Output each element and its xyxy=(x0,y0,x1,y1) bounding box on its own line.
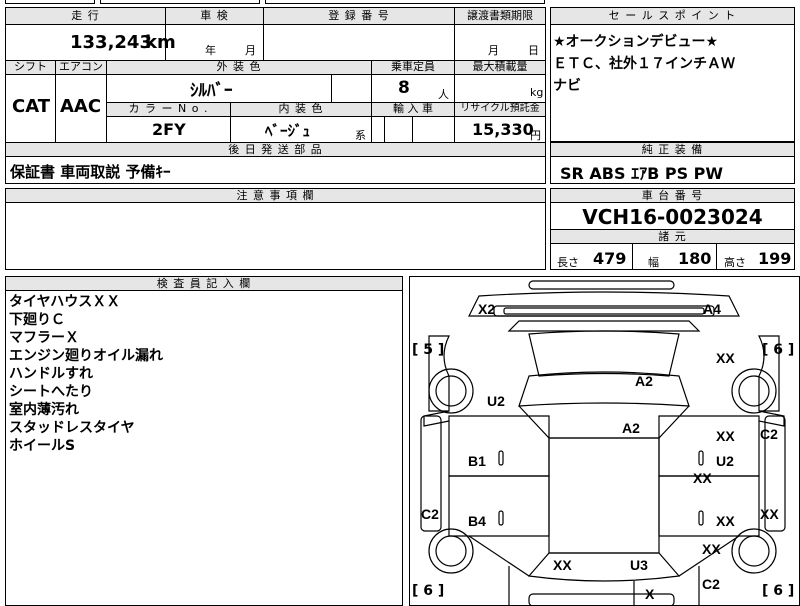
tire-label-fr: [ 6 ] xyxy=(762,342,795,358)
car-diagram xyxy=(420,280,786,606)
capacity-unit: 人 xyxy=(438,88,449,101)
damage-center-xx: XX xyxy=(693,470,712,486)
damage-rear-c2: C2 xyxy=(702,576,720,592)
mileage-header: 走 行 xyxy=(71,9,100,22)
inspector-note: ハンドルすれ xyxy=(9,366,93,382)
tire-label-fl: [ 5 ] xyxy=(412,342,445,358)
selling-points-header: セ ー ル ス ポ イ ン ト xyxy=(608,9,737,22)
tire-label-rl: [ 6 ] xyxy=(412,583,445,599)
import-header: 輸 入 車 xyxy=(393,102,433,115)
equipment-header: 純 正 装 備 xyxy=(641,143,704,156)
selling-point-3: ナビ xyxy=(553,78,581,94)
hood-shape xyxy=(507,320,701,332)
length-label: 長さ xyxy=(557,256,579,269)
inspector-note: タイヤハウスＸＸ xyxy=(9,294,121,310)
notes-header: 注 意 事 項 欄 xyxy=(236,189,315,202)
damage-windshield: A2 xyxy=(622,420,640,436)
top-strip-mid xyxy=(100,0,260,4)
interior-color-suffix: 系 xyxy=(355,129,366,142)
top-strip-left xyxy=(5,0,95,4)
exterior-color-value: ｼﾙﾊﾞｰ xyxy=(190,81,233,101)
damage-right-u2: U2 xyxy=(716,453,734,469)
damage-rear-right-xx: XX xyxy=(702,541,721,557)
chassis-number: VCH16-0023024 xyxy=(582,205,763,229)
length-value: 479 xyxy=(593,249,627,268)
transfer-header: 譲渡書類期限 xyxy=(467,9,533,22)
selling-point-2: ＥＴＣ、社外１７インチＡＷ xyxy=(553,56,735,72)
top-strip-right xyxy=(265,0,545,4)
equipment-value: SR ABS ｴｱB PS PW xyxy=(560,164,724,183)
inspection-header: 車 検 xyxy=(200,9,229,22)
inspector-note: マフラーＸ xyxy=(9,330,79,346)
width-label: 幅 xyxy=(648,256,659,269)
interior-color-value: ﾍﾞｰｼﾞｭ xyxy=(265,122,311,140)
height-value: 199 xyxy=(758,249,792,268)
right-front-door-shape xyxy=(658,415,760,477)
transfer-day-unit: 日 xyxy=(528,44,539,57)
damage-left-c2: C2 xyxy=(421,506,439,522)
damage-rear-left-xx: XX xyxy=(553,557,572,573)
tire-label-rr: [ 6 ] xyxy=(762,583,795,599)
shift-header: シフト xyxy=(14,60,47,73)
color-no-header: カ ラ ー N o . xyxy=(128,102,209,115)
windshield-shape xyxy=(518,371,690,407)
max-load-header: 最大積載量 xyxy=(472,60,528,73)
recycle-header: リサイクル預託金 xyxy=(460,103,540,114)
later-items-value: 保証書 車両取説 予備ｷｰ xyxy=(10,163,171,181)
mileage-unit: km xyxy=(145,32,176,53)
color-no-value: 2FY xyxy=(152,120,186,139)
damage-front-left: X2 xyxy=(478,301,496,317)
damage-door-b4: B4 xyxy=(468,513,486,529)
damage-fender-left: U2 xyxy=(487,393,505,409)
inspection-year-unit: 年 xyxy=(205,44,216,57)
registration-header: 登 録 番 号 xyxy=(328,9,390,22)
capacity-header: 乗車定員 xyxy=(391,60,435,73)
left-front-door-shape xyxy=(448,415,550,477)
exterior-color-header: 外 装 色 xyxy=(216,60,262,73)
later-items-header: 後 日 発 送 部 品 xyxy=(228,143,323,156)
specs-header: 諸 元 xyxy=(658,230,687,243)
rear-window-shape xyxy=(527,552,681,582)
interior-color-header: 内 装 色 xyxy=(278,102,324,115)
inspector-note: 室内薄汚れ xyxy=(9,402,79,418)
inspection-month-unit: 月 xyxy=(245,44,256,57)
damage-front-right: A4 xyxy=(703,301,721,317)
damage-far-right-xx: XX xyxy=(760,506,779,522)
transfer-month-unit: 月 xyxy=(488,44,499,57)
height-label: 高さ xyxy=(724,256,746,269)
capacity-value: 8 xyxy=(398,78,410,98)
max-load-unit: kg xyxy=(530,86,544,99)
damage-rear-u3: U3 xyxy=(630,557,648,573)
damage-door-b1: B1 xyxy=(468,453,486,469)
selling-point-1: ★オークションデビュー★ xyxy=(553,34,719,50)
shift-value: CAT xyxy=(12,96,51,117)
inspector-header: 検 査 員 記 入 欄 xyxy=(156,277,252,290)
chassis-header: 車 台 番 号 xyxy=(641,189,704,202)
inspector-notes-list: タイヤハウスＸＸ 下廻りＣ マフラーＸ エンジン廻りオイル漏れ ハンドルすれ シ… xyxy=(9,293,163,455)
damage-right-c2: C2 xyxy=(760,426,778,442)
front-bumper-shape xyxy=(528,280,675,290)
inspector-note: 下廻りＣ xyxy=(9,312,65,328)
aircon-header: エアコン xyxy=(59,60,103,73)
inspector-note: ホイールS xyxy=(9,438,76,454)
left-rear-door-shape xyxy=(448,475,550,537)
aircon-value: AAC xyxy=(60,96,102,117)
inspector-note: シートへたり xyxy=(9,384,93,400)
inspector-note: エンジン廻りオイル漏れ xyxy=(9,348,163,364)
inspector-note: スタッドレスタイヤ xyxy=(9,420,135,436)
roof-shape xyxy=(548,437,660,554)
mileage-value: 133,243 xyxy=(70,32,152,53)
damage-fender-right-xx: XX xyxy=(716,350,735,366)
front-outline-shape xyxy=(468,291,740,317)
damage-right-xx-1: XX xyxy=(716,428,735,444)
recycle-unit: 円 xyxy=(530,129,541,142)
selling-points-box xyxy=(550,7,795,142)
damage-right-rear-xx: XX xyxy=(716,513,735,529)
damage-hood: A2 xyxy=(635,373,653,389)
width-value: 180 xyxy=(678,249,712,268)
recycle-value: 15,330 xyxy=(472,120,534,139)
